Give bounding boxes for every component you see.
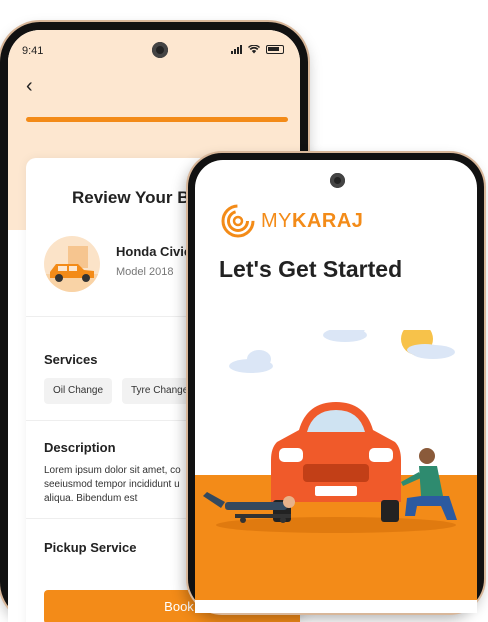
car-avatar — [44, 236, 100, 292]
service-chip-tyre-change[interactable]: Tyre Change — [122, 378, 198, 404]
logo-prefix: MY — [261, 209, 292, 232]
car-thumbnail-icon — [44, 236, 100, 292]
logo-mark-icon — [221, 204, 255, 238]
car-model: Model 2018 — [116, 266, 174, 278]
status-icons — [231, 44, 284, 54]
camera-icon — [330, 173, 345, 188]
wifi-icon — [248, 44, 260, 53]
headline: Let's Get Started — [219, 256, 403, 282]
get-started-screen: MYKARAJ Let's Get Started — [195, 160, 477, 613]
signal-icon — [231, 44, 242, 54]
service-chip-oil-change[interactable]: Oil Change — [44, 378, 113, 404]
progress-bar — [26, 117, 288, 122]
sun-icon — [401, 330, 443, 356]
description-title: Description — [44, 440, 116, 455]
page-title: Review Your Bo — [72, 188, 200, 207]
logo-suffix: KARAJ — [292, 209, 364, 232]
status-time: 9:41 — [22, 45, 44, 57]
logo-text: MYKARAJ — [261, 210, 363, 233]
mechanic-illustration — [195, 330, 477, 600]
pickup-service-title: Pickup Service — [44, 540, 137, 555]
battery-icon — [266, 44, 284, 54]
back-arrow-icon[interactable]: ‹ — [26, 76, 33, 96]
services-title: Services — [44, 352, 98, 367]
front-phone: MYKARAJ Let's Get Started — [188, 153, 484, 613]
camera-icon — [152, 42, 168, 58]
app-logo: MYKARAJ — [221, 204, 363, 238]
car-name: Honda Civic — [116, 244, 192, 259]
